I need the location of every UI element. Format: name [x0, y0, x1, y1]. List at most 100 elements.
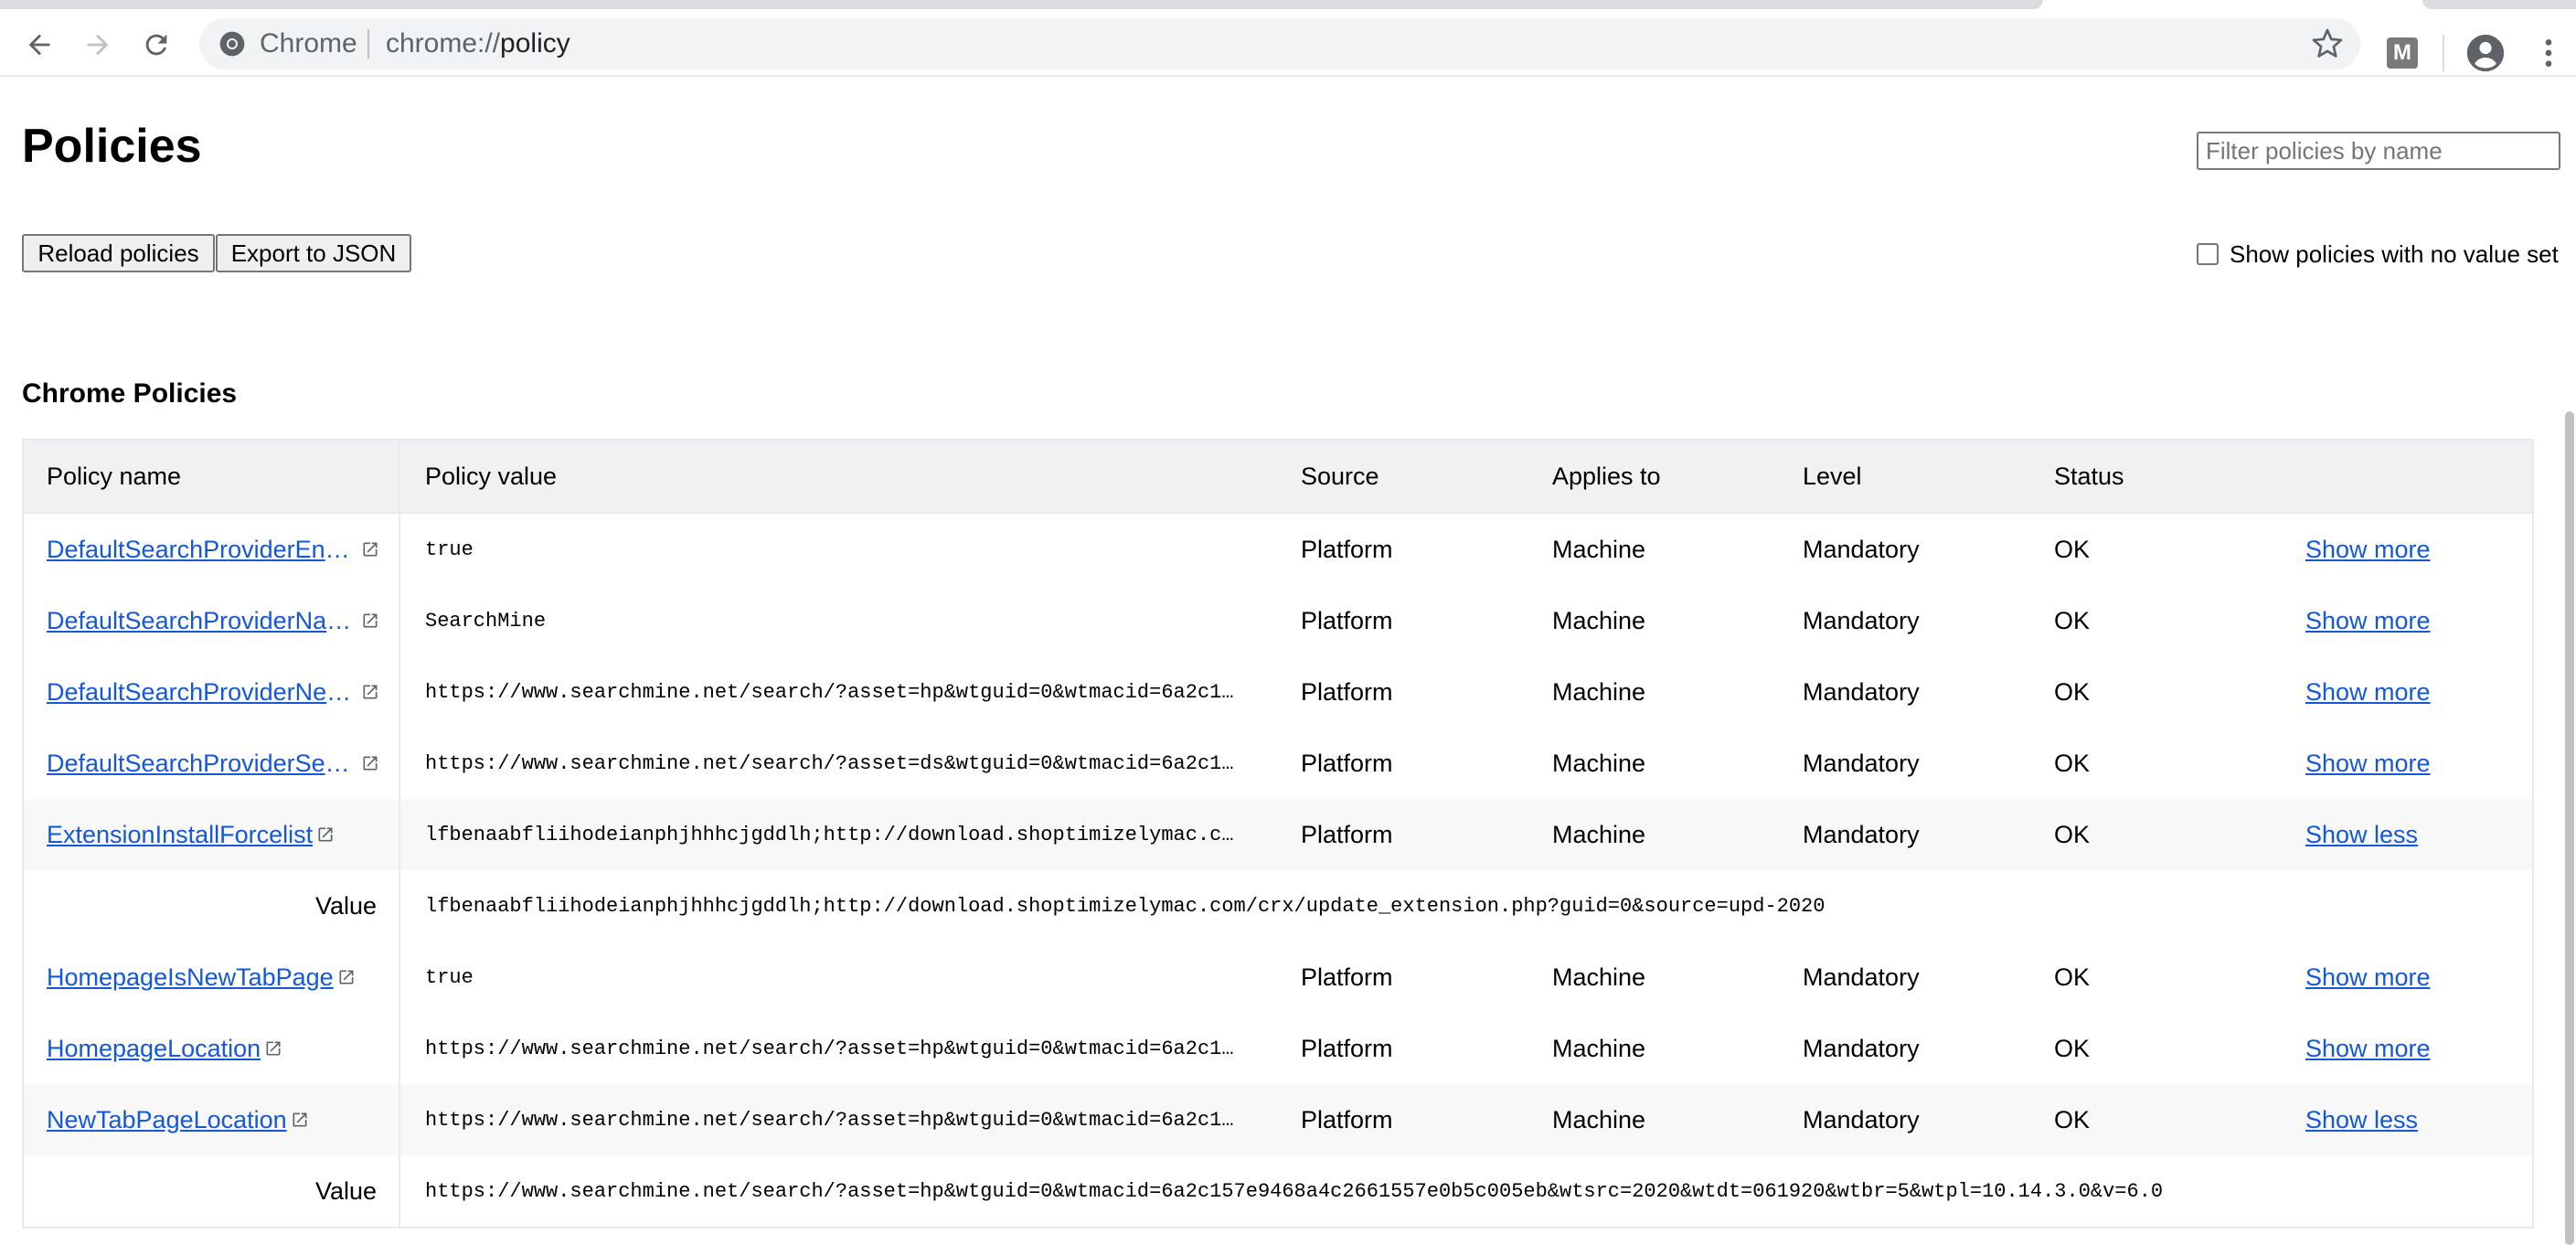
policy-level: Mandatory — [1803, 963, 1920, 991]
header-status: Status — [2054, 462, 2124, 490]
policy-status: OK — [2054, 820, 2091, 848]
scrollbar-thumb[interactable] — [2565, 411, 2574, 1245]
policy-applies-to: Machine — [1552, 535, 1646, 563]
more-vert-icon[interactable] — [2530, 33, 2567, 73]
policy-status: OK — [2054, 1034, 2091, 1062]
header-policy-value: Policy value — [425, 462, 558, 490]
policy-status: OK — [2054, 677, 2091, 706]
policy-name-link[interactable]: DefaultSearchProviderEnab… — [47, 536, 357, 564]
policy-source: Platform — [1301, 749, 1393, 777]
policy-name-cell: DefaultSearchProviderName — [24, 585, 400, 656]
show-more-toggle[interactable]: Show less — [2305, 1106, 2418, 1134]
omnibox-chip-label: Chrome — [260, 28, 357, 59]
policy-name-cell: HomepageLocation — [24, 1013, 400, 1084]
show-more-cell: Show less — [2305, 799, 2534, 870]
arrow-left-icon — [28, 34, 50, 56]
header-policy-name: Policy name — [24, 441, 400, 512]
open-in-new-icon — [363, 685, 378, 699]
inactive-tab[interactable] — [2422, 0, 2576, 9]
policy-status: OK — [2054, 963, 2091, 991]
star-icon[interactable] — [2311, 27, 2344, 60]
policy-name-cell: NewTabPageLocation — [24, 1084, 400, 1155]
policy-name-cell: DefaultSearchProviderSear… — [24, 728, 400, 799]
policy-value: https://www.searchmine.net/search/?asset… — [425, 751, 1234, 775]
policy-status: OK — [2054, 749, 2091, 777]
omnibox[interactable]: Chrome chrome://policy — [199, 18, 2360, 69]
policy-status: OK — [2054, 606, 2091, 634]
open-in-new-icon — [363, 756, 378, 771]
browser-toolbar: Chrome chrome://policy M — [0, 9, 2576, 77]
open-in-new-icon — [363, 613, 378, 628]
show-more-toggle[interactable]: Show more — [2305, 536, 2431, 564]
policy-level: Mandatory — [1803, 1105, 1920, 1133]
omnibox-url[interactable]: chrome://policy — [386, 29, 570, 59]
reload-policies-button[interactable]: Reload policies — [22, 234, 215, 272]
policy-level: Mandatory — [1803, 820, 1920, 848]
policy-value-cell: https://www.searchmine.net/search/?asset… — [402, 656, 1234, 728]
tab-strip — [0, 0, 2576, 9]
reload-button[interactable] — [133, 22, 179, 68]
show-more-cell: Show more — [2305, 728, 2534, 799]
policy-value: true — [425, 537, 474, 561]
show-more-toggle[interactable]: Show more — [2305, 678, 2431, 707]
table-header: Policy name Policy value Source Applies … — [24, 441, 2532, 514]
policy-name-link[interactable]: HomepageIsNewTabPage — [47, 963, 334, 992]
show-more-toggle[interactable]: Show more — [2305, 1035, 2431, 1063]
table-row: ExtensionInstallForcelist lfbenaabfliihod… — [24, 799, 2532, 870]
active-tab[interactable] — [0, 0, 2043, 9]
policy-applies-to: Machine — [1552, 1034, 1646, 1062]
table-row: NewTabPageLocation https://www.searchmine… — [24, 1084, 2532, 1155]
show-more-toggle[interactable]: Show more — [2305, 750, 2431, 778]
expanded-value-row: Value https://www.searchmine.net/search/?… — [24, 1155, 2532, 1227]
policy-level: Mandatory — [1803, 535, 1920, 563]
show-more-cell: Show more — [2305, 942, 2534, 1013]
toolbar-divider — [2443, 35, 2444, 71]
policy-name-link[interactable]: HomepageLocation — [47, 1035, 261, 1063]
table-row: HomepageLocation https://www.searchmine.n… — [24, 1013, 2532, 1084]
show-more-toggle[interactable]: Show more — [2305, 607, 2431, 635]
extension-icon[interactable]: M — [2387, 37, 2418, 69]
policy-value-cell: SearchMine — [402, 585, 1234, 656]
policy-value-cell: lfbenaabfliihodeianphjhhhcjgddlh;http://… — [402, 799, 1234, 870]
policy-value-cell: https://www.searchmine.net/search/?asset… — [402, 1084, 1234, 1155]
policy-name-link[interactable]: NewTabPageLocation — [47, 1106, 287, 1134]
expanded-value-label: Value — [24, 1155, 400, 1227]
export-json-button[interactable]: Export to JSON — [216, 234, 411, 272]
policy-source: Platform — [1301, 963, 1393, 991]
policy-value: https://www.searchmine.net/search/?asset… — [425, 680, 1234, 704]
open-in-new-icon — [363, 542, 378, 557]
open-in-new-icon — [293, 1112, 307, 1127]
url-host: chrome:// — [386, 28, 501, 59]
policy-status: OK — [2054, 1105, 2091, 1133]
show-more-toggle[interactable]: Show more — [2305, 963, 2431, 992]
policy-name-link[interactable]: ExtensionInstallForcelist — [47, 821, 313, 849]
show-more-cell: Show more — [2305, 1013, 2534, 1084]
policy-source: Platform — [1301, 606, 1393, 634]
show-more-toggle[interactable]: Show less — [2305, 821, 2418, 849]
profile-avatar-icon[interactable] — [2465, 33, 2506, 73]
policy-name-link[interactable]: DefaultSearchProviderNew… — [47, 678, 357, 707]
policy-value: true — [425, 965, 474, 989]
show-more-cell: Show more — [2305, 514, 2534, 585]
policy-source: Platform — [1301, 1034, 1393, 1062]
url-path: policy — [500, 28, 570, 59]
filter-policies-input[interactable] — [2197, 132, 2560, 170]
policy-applies-to: Machine — [1552, 1105, 1646, 1133]
header-source: Source — [1301, 462, 1379, 490]
forward-button[interactable] — [75, 22, 121, 68]
expanded-value-text: lfbenaabfliihodeianphjhhhcjgddlh;http://… — [425, 894, 1826, 918]
policy-name-link[interactable]: DefaultSearchProviderSear… — [47, 750, 357, 778]
show-more-cell: Show more — [2305, 585, 2534, 656]
back-button[interactable] — [16, 22, 62, 68]
policy-name-link[interactable]: DefaultSearchProviderName — [47, 607, 357, 635]
show-more-cell: Show more — [2305, 656, 2534, 728]
policy-level: Mandatory — [1803, 606, 1920, 634]
policy-status: OK — [2054, 535, 2091, 563]
policy-level: Mandatory — [1803, 1034, 1920, 1062]
page-title: Policies — [22, 120, 202, 173]
table-row: DefaultSearchProviderSear… https://www.se… — [24, 728, 2532, 799]
show-no-value-toggle[interactable]: Show policies with no value set — [2197, 239, 2559, 269]
show-no-value-checkbox[interactable] — [2197, 243, 2219, 265]
policy-value: lfbenaabfliihodeianphjhhhcjgddlh;http://… — [425, 823, 1234, 846]
policy-value-cell: https://www.searchmine.net/search/?asset… — [402, 1013, 1234, 1084]
